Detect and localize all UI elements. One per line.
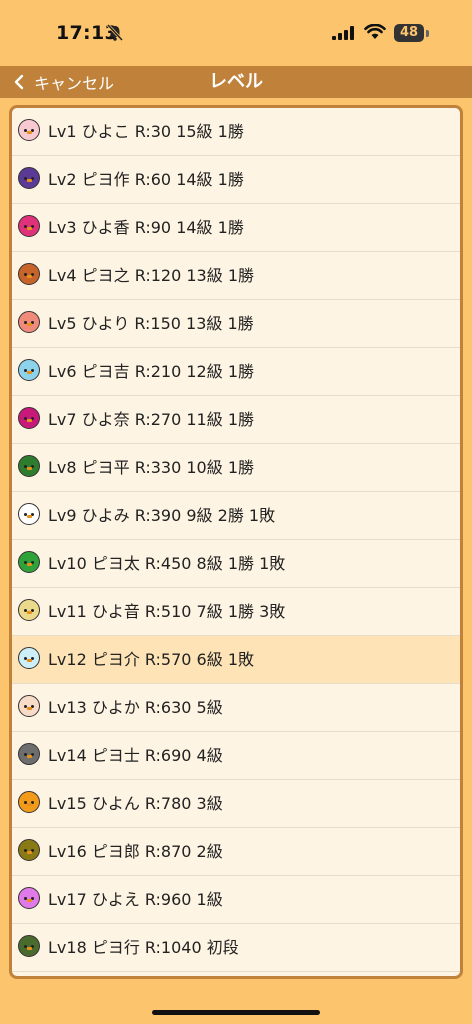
home-indicator[interactable] bbox=[152, 1010, 320, 1015]
cellular-signal-icon bbox=[332, 26, 354, 40]
list-item[interactable]: Lv3 ひよ香 R:90 14級 1勝 bbox=[12, 204, 460, 252]
level-label: Lv14 ピヨ士 R:690 4級 bbox=[48, 746, 223, 765]
level-label: Lv17 ひよえ R:960 1級 bbox=[48, 890, 223, 909]
level-label: Lv13 ひよか R:630 5級 bbox=[48, 698, 223, 717]
level-label: Lv9 ひよみ R:390 9級 2勝 1敗 bbox=[48, 506, 276, 525]
level-label: Lv5 ひより R:150 13級 1勝 bbox=[48, 314, 254, 333]
bell-muted-icon bbox=[107, 24, 123, 42]
level-label: Lv12 ピヨ介 R:570 6級 1敗 bbox=[48, 650, 255, 669]
cancel-label: キャンセル bbox=[34, 74, 115, 93]
chevron-left-icon bbox=[14, 74, 24, 90]
chick-avatar-icon bbox=[18, 599, 40, 621]
chick-avatar-icon bbox=[18, 263, 40, 285]
status-bar: 17:13 48 bbox=[0, 0, 472, 66]
level-label: Lv16 ピヨ郎 R:870 2級 bbox=[48, 842, 223, 861]
chick-avatar-icon bbox=[18, 551, 40, 573]
level-label: Lv1 ひよこ R:30 15級 1勝 bbox=[48, 122, 244, 141]
level-label: Lv8 ピヨ平 R:330 10級 1勝 bbox=[48, 458, 255, 477]
list-item[interactable]: Lv5 ひより R:150 13級 1勝 bbox=[12, 300, 460, 348]
battery-indicator: 48 bbox=[394, 24, 424, 42]
list-item[interactable]: Lv2 ピヨ作 R:60 14級 1勝 bbox=[12, 156, 460, 204]
level-label: Lv2 ピヨ作 R:60 14級 1勝 bbox=[48, 170, 244, 189]
chick-avatar-icon bbox=[18, 407, 40, 429]
list-item[interactable]: Lv15 ひよん R:780 3級 bbox=[12, 780, 460, 828]
list-item[interactable]: Lv12 ピヨ介 R:570 6級 1敗 bbox=[12, 636, 460, 684]
list-item[interactable]: Lv17 ひよえ R:960 1級 bbox=[12, 876, 460, 924]
chick-avatar-icon bbox=[18, 839, 40, 861]
list-item[interactable]: Lv18 ピヨ行 R:1040 初段 bbox=[12, 924, 460, 972]
chick-avatar-icon bbox=[18, 695, 40, 717]
chick-avatar-icon bbox=[18, 647, 40, 669]
chick-avatar-icon bbox=[18, 935, 40, 957]
level-label: Lv19 ひよな R:1130 初段+ bbox=[48, 972, 252, 976]
cancel-button[interactable]: キャンセル bbox=[14, 70, 114, 94]
chick-avatar-icon bbox=[18, 503, 40, 525]
chick-avatar-icon bbox=[18, 455, 40, 477]
list-item[interactable]: Lv4 ピヨ之 R:120 13級 1勝 bbox=[12, 252, 460, 300]
list-item[interactable]: Lv6 ピヨ吉 R:210 12級 1勝 bbox=[12, 348, 460, 396]
chick-avatar-icon bbox=[18, 791, 40, 813]
wifi-icon bbox=[364, 24, 386, 39]
list-item[interactable]: Lv10 ピヨ太 R:450 8級 1勝 1敗 bbox=[12, 540, 460, 588]
chick-avatar-icon bbox=[18, 743, 40, 765]
list-item[interactable]: Lv9 ひよみ R:390 9級 2勝 1敗 bbox=[12, 492, 460, 540]
level-label: Lv15 ひよん R:780 3級 bbox=[48, 794, 223, 813]
list-item[interactable]: Lv14 ピヨ士 R:690 4級 bbox=[12, 732, 460, 780]
chick-avatar-icon bbox=[18, 215, 40, 237]
level-list[interactable]: Lv1 ひよこ R:30 15級 1勝 Lv2 ピヨ作 R:60 14級 1勝 Lv… bbox=[9, 105, 463, 979]
list-item[interactable]: Lv11 ひよ音 R:510 7級 1勝 3敗 bbox=[12, 588, 460, 636]
battery-tip bbox=[426, 30, 429, 37]
level-label: Lv10 ピヨ太 R:450 8級 1勝 1敗 bbox=[48, 554, 286, 573]
chick-avatar-icon bbox=[18, 119, 40, 141]
navigation-bar: レベル キャンセル bbox=[0, 66, 472, 98]
list-item[interactable]: Lv13 ひよか R:630 5級 bbox=[12, 684, 460, 732]
list-item[interactable]: Lv16 ピヨ郎 R:870 2級 bbox=[12, 828, 460, 876]
level-label: Lv4 ピヨ之 R:120 13級 1勝 bbox=[48, 266, 255, 285]
list-item[interactable]: Lv19 ひよな R:1130 初段+ bbox=[12, 972, 460, 976]
level-label: Lv18 ピヨ行 R:1040 初段 bbox=[48, 938, 239, 957]
level-label: Lv3 ひよ香 R:90 14級 1勝 bbox=[48, 218, 244, 237]
level-label: Lv7 ひよ奈 R:270 11級 1勝 bbox=[48, 410, 255, 429]
level-label: Lv11 ひよ音 R:510 7級 1勝 3敗 bbox=[48, 602, 286, 621]
chick-avatar-icon bbox=[18, 167, 40, 189]
chick-avatar-icon bbox=[18, 359, 40, 381]
chick-avatar-icon bbox=[18, 311, 40, 333]
list-item[interactable]: Lv7 ひよ奈 R:270 11級 1勝 bbox=[12, 396, 460, 444]
level-label: Lv6 ピヨ吉 R:210 12級 1勝 bbox=[48, 362, 255, 381]
list-item[interactable]: Lv1 ひよこ R:30 15級 1勝 bbox=[12, 108, 460, 156]
chick-avatar-icon bbox=[18, 887, 40, 909]
list-item[interactable]: Lv8 ピヨ平 R:330 10級 1勝 bbox=[12, 444, 460, 492]
